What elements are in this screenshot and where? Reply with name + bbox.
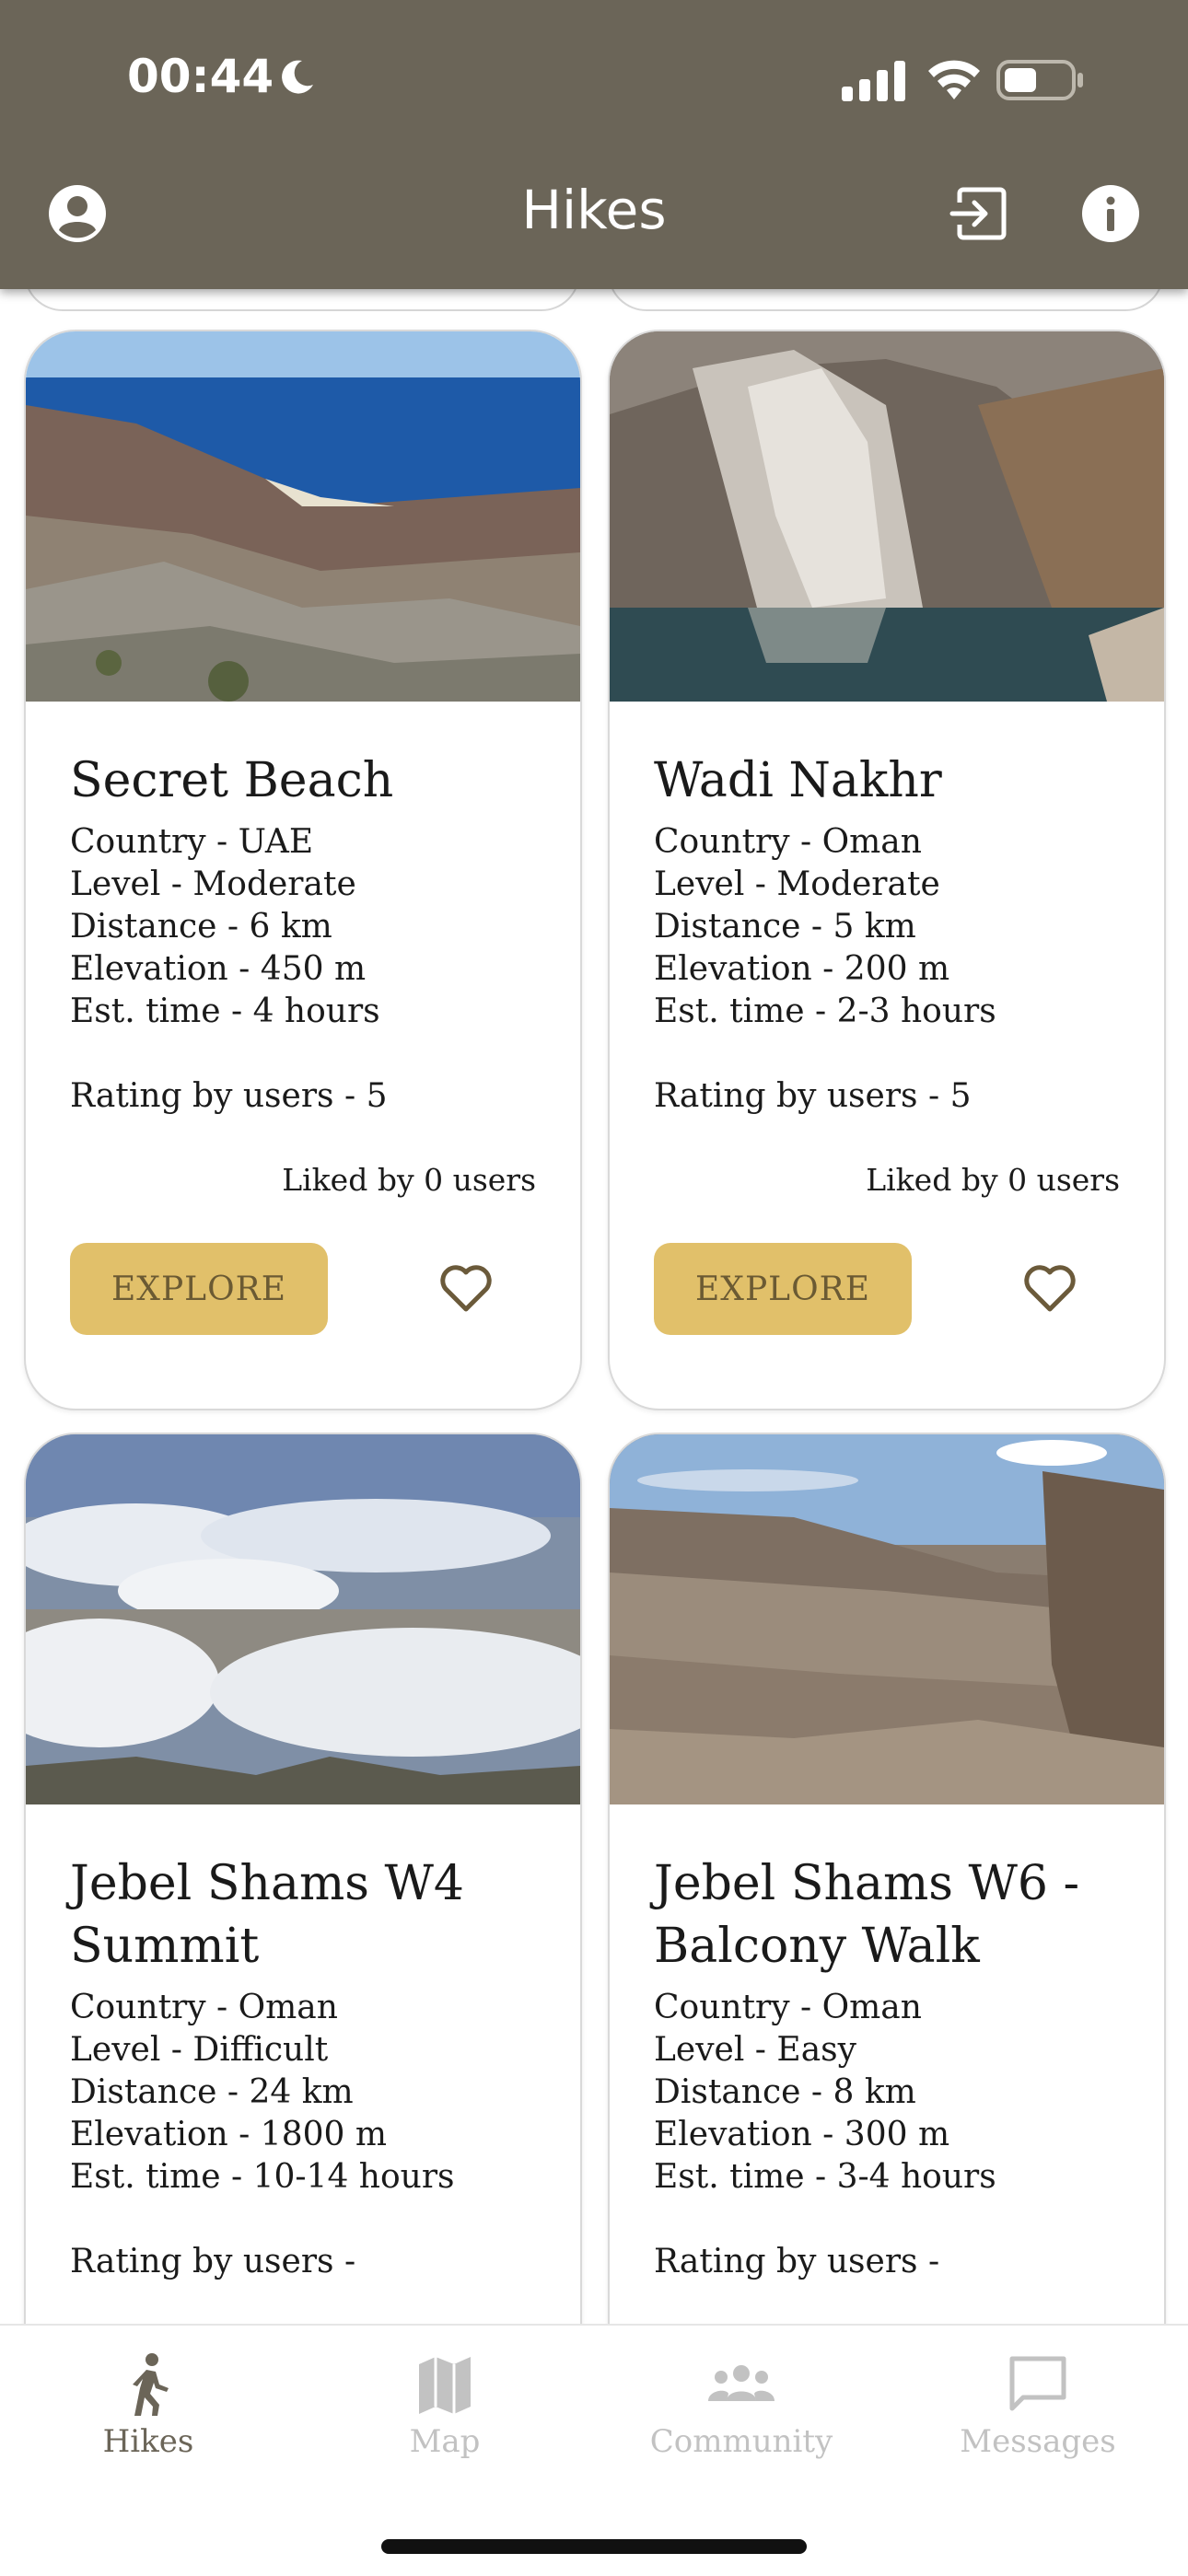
hike-photo xyxy=(26,331,580,702)
tab-label: Map xyxy=(409,2423,481,2460)
hike-time: Est. time - 2-3 hours xyxy=(654,992,996,1030)
heart-icon[interactable] xyxy=(1020,1258,1079,1317)
hike-level: Level - Moderate xyxy=(654,865,940,903)
battery-icon xyxy=(996,60,1083,100)
info-icon[interactable] xyxy=(1079,182,1142,245)
hike-rating: Rating by users - xyxy=(70,2243,356,2280)
hike-elevation: Elevation - 300 m xyxy=(654,2116,950,2153)
hike-elevation: Elevation - 1800 m xyxy=(70,2116,387,2153)
tab-messages[interactable]: Messages xyxy=(890,2351,1186,2460)
home-indicator xyxy=(381,2539,807,2554)
tab-hikes[interactable]: Hikes xyxy=(0,2351,297,2460)
tab-label: Messages xyxy=(960,2423,1116,2460)
moon-icon xyxy=(282,60,313,94)
tab-label: Hikes xyxy=(102,2423,194,2460)
heart-icon[interactable] xyxy=(437,1258,495,1317)
previous-card-edge xyxy=(608,289,1164,311)
hike-card-jebel-shams-w4[interactable]: Jebel Shams W4 Summit Country - Oman Lev… xyxy=(24,1433,582,2324)
hike-level: Level - Difficult xyxy=(70,2031,329,2069)
hike-card-jebel-shams-w6[interactable]: Jebel Shams W6 - Balcony Walk Country - … xyxy=(608,1433,1166,2324)
hike-card-wadi-nakhr[interactable]: Wadi Nakhr Country - Oman Level - Modera… xyxy=(608,330,1166,1410)
hike-country: Country - Oman xyxy=(654,823,922,861)
wifi-icon xyxy=(928,60,980,99)
signal-icon xyxy=(842,61,905,101)
map-icon xyxy=(419,2357,471,2414)
hike-time: Est. time - 10-14 hours xyxy=(70,2158,455,2196)
hike-title: Jebel Shams W6 - Balcony Walk xyxy=(654,1856,1080,1974)
hike-rating: Rating by users - 5 xyxy=(70,1077,388,1115)
hike-photo xyxy=(610,1434,1164,1804)
hike-title: Jebel Shams W4 Summit xyxy=(70,1856,465,1974)
hike-liked-count: Liked by 0 users xyxy=(866,1162,1120,1198)
hike-liked-count: Liked by 0 users xyxy=(282,1162,536,1198)
hiker-icon xyxy=(133,2353,169,2416)
people-icon xyxy=(708,2365,775,2401)
page-title: Hikes xyxy=(521,179,667,241)
message-icon xyxy=(1009,2356,1066,2411)
hike-country: Country - UAE xyxy=(70,823,314,861)
hike-card-secret-beach[interactable]: Secret Beach Country - UAE Level - Moder… xyxy=(24,330,582,1410)
hike-photo xyxy=(26,1434,580,1804)
hike-level: Level - Moderate xyxy=(70,865,356,903)
hike-title: Wadi Nakhr xyxy=(654,753,942,808)
status-time: 00:44 xyxy=(127,50,274,103)
hike-photo xyxy=(610,331,1164,702)
tab-label: Community xyxy=(649,2423,833,2460)
hike-country: Country - Oman xyxy=(654,1989,922,2026)
bottom-tab-bar: Hikes Map Community Messages xyxy=(0,2324,1188,2576)
hike-time: Est. time - 3-4 hours xyxy=(654,2158,996,2196)
logout-icon[interactable] xyxy=(947,182,1009,245)
hike-elevation: Elevation - 200 m xyxy=(654,950,950,988)
tab-community[interactable]: Community xyxy=(593,2351,890,2460)
hike-distance: Distance - 8 km xyxy=(654,2073,916,2111)
hike-country: Country - Oman xyxy=(70,1989,338,2026)
hike-rating: Rating by users - 5 xyxy=(654,1077,972,1115)
hike-title: Secret Beach xyxy=(70,753,394,808)
hike-distance: Distance - 5 km xyxy=(654,908,916,946)
hike-elevation: Elevation - 450 m xyxy=(70,950,367,988)
hike-distance: Distance - 6 km xyxy=(70,908,332,946)
explore-button[interactable]: EXPLORE xyxy=(70,1243,328,1335)
explore-button[interactable]: EXPLORE xyxy=(654,1243,912,1335)
hike-distance: Distance - 24 km xyxy=(70,2073,354,2111)
hikes-grid: Secret Beach Country - UAE Level - Moder… xyxy=(0,289,1188,2324)
hike-rating: Rating by users - xyxy=(654,2243,940,2280)
hike-time: Est. time - 4 hours xyxy=(70,992,380,1030)
tab-map[interactable]: Map xyxy=(297,2351,593,2460)
previous-card-edge xyxy=(24,289,580,311)
hike-level: Level - Easy xyxy=(654,2031,856,2069)
app-header: 00:44 Hikes xyxy=(0,0,1188,289)
